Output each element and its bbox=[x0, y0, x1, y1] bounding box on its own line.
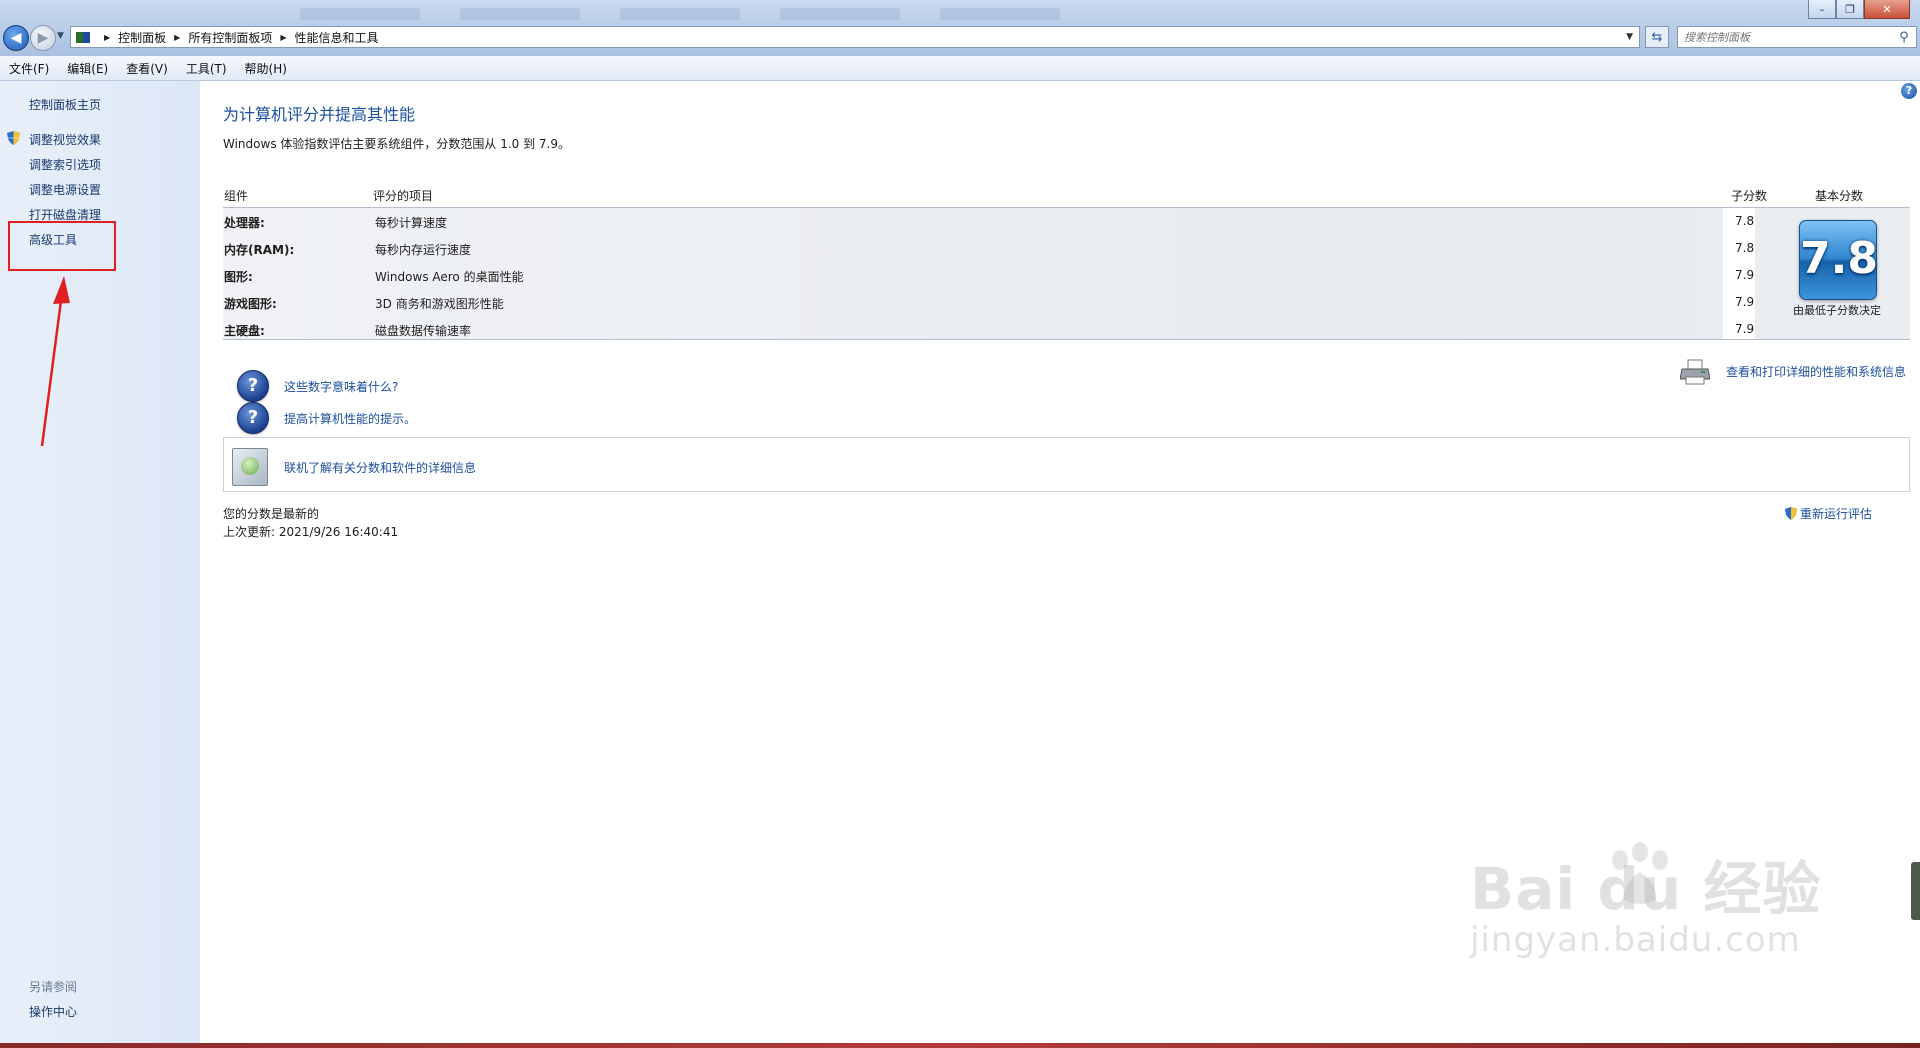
row-rated-item: 3D 商务和游戏图形性能 bbox=[375, 297, 504, 311]
menu-tools[interactable]: 工具(T) bbox=[177, 60, 236, 77]
menu-bar: 文件(F) 编辑(E) 查看(V) 工具(T) 帮助(H) bbox=[0, 56, 1920, 81]
row-component: 图形: bbox=[224, 270, 253, 284]
see-also-title: 另请参阅 bbox=[29, 980, 78, 994]
annotation-arrow-icon bbox=[40, 276, 70, 447]
watermark-logo-text: Bai du 经验 bbox=[1470, 855, 1822, 923]
breadcrumb-all-items[interactable]: 所有控制面板项 bbox=[188, 29, 272, 46]
breadcrumb-performance[interactable]: 性能信息和工具 bbox=[295, 29, 379, 46]
breadcrumb-control-panel[interactable]: 控制面板 bbox=[118, 29, 166, 46]
base-score-badge: 7.8 bbox=[1799, 220, 1878, 300]
recent-pages-dropdown[interactable]: ▼ bbox=[57, 31, 64, 41]
what-numbers-mean-link-row[interactable]: ? 这些数字意味着什么? bbox=[237, 370, 398, 402]
search-icon[interactable]: ⚲ bbox=[1896, 30, 1912, 45]
rerun-assessment-label[interactable]: 重新运行评估 bbox=[1800, 505, 1872, 522]
row-subscore: 7.9 bbox=[1735, 295, 1755, 309]
row-subscore: 7.9 bbox=[1735, 268, 1755, 282]
online-info-link[interactable]: 联机了解有关分数和软件的详细信息 bbox=[284, 459, 476, 476]
breadcrumb-separator-icon[interactable]: ▶ bbox=[280, 33, 286, 42]
sidebar-item-power[interactable]: 调整电源设置 bbox=[29, 181, 101, 198]
row-component: 内存(RAM): bbox=[224, 243, 295, 257]
rerun-assessment-link[interactable]: 重新运行评估 bbox=[1785, 505, 1872, 522]
printer-icon bbox=[1680, 359, 1710, 385]
sidebar-item-visual-effects[interactable]: 调整视觉效果 bbox=[29, 131, 101, 148]
sidebar-home-link[interactable]: 控制面板主页 bbox=[29, 96, 101, 113]
score-table-body: 处理器: 每秒计算速度 7.8 内存(RAM): 每秒内存运行速度 7.8 图形… bbox=[223, 208, 1910, 340]
row-component: 游戏图形: bbox=[224, 297, 277, 311]
forward-arrow-icon: ▶ bbox=[37, 30, 49, 46]
shield-icon bbox=[1785, 507, 1797, 520]
close-button[interactable]: ✕ bbox=[1864, 0, 1910, 19]
back-arrow-icon: ◀ bbox=[10, 30, 22, 46]
sidebar-item-indexing[interactable]: 调整索引选项 bbox=[29, 156, 101, 173]
row-component: 主硬盘: bbox=[224, 324, 265, 338]
last-update: 上次更新: 2021/9/26 16:40:41 bbox=[223, 525, 399, 539]
base-score-caption: 由最低子分数决定 bbox=[1793, 304, 1881, 317]
refresh-icon: ⇆ bbox=[1651, 29, 1663, 45]
header-subscore: 子分数 bbox=[1731, 189, 1768, 203]
address-dropdown-icon[interactable]: ▼ bbox=[1626, 32, 1633, 42]
row-subscore: 7.9 bbox=[1735, 322, 1755, 336]
sidebar-item-action-center[interactable]: 操作中心 bbox=[29, 1003, 77, 1020]
header-base-score: 基本分数 bbox=[1815, 189, 1864, 203]
taskbar bbox=[0, 1043, 1920, 1048]
header-component: 组件 bbox=[224, 189, 249, 203]
question-icon: ? bbox=[237, 402, 269, 434]
table-row: 游戏图形: 3D 商务和游戏图形性能 7.9 bbox=[223, 289, 1754, 316]
control-panel-icon bbox=[76, 31, 90, 43]
table-row: 处理器: 每秒计算速度 7.8 bbox=[223, 208, 1754, 235]
row-rated-item: 磁盘数据传输速率 bbox=[375, 324, 472, 338]
header-rated-item: 评分的项目 bbox=[373, 189, 434, 203]
search-input[interactable] bbox=[1678, 28, 1896, 46]
row-rated-item: Windows Aero 的桌面性能 bbox=[375, 270, 524, 284]
help-icon[interactable]: ? bbox=[1901, 83, 1917, 99]
breadcrumb-separator-icon[interactable]: ▶ bbox=[174, 33, 180, 42]
refresh-button[interactable]: ⇆ bbox=[1645, 26, 1669, 48]
row-rated-item: 每秒内存运行速度 bbox=[375, 243, 472, 257]
online-info-panel: 联机了解有关分数和软件的详细信息 bbox=[223, 437, 1910, 492]
baidu-watermark: Bai du 经验 jingyan.baidu.com bbox=[1470, 842, 1821, 960]
menu-edit[interactable]: 编辑(E) bbox=[58, 60, 117, 77]
what-numbers-mean-link[interactable]: 这些数字意味着什么? bbox=[284, 378, 398, 395]
table-row: 内存(RAM): 每秒内存运行速度 7.8 bbox=[223, 235, 1754, 262]
watermark-url: jingyan.baidu.com bbox=[1470, 920, 1801, 960]
table-row: 图形: Windows Aero 的桌面性能 7.9 bbox=[223, 262, 1754, 289]
background-taskbar-ghost bbox=[300, 8, 1400, 24]
page-title: 为计算机评分并提高其性能 bbox=[223, 105, 416, 124]
software-box-icon bbox=[232, 448, 268, 486]
window-controls: – ❐ ✕ bbox=[1808, 0, 1910, 19]
title-bar: – ❐ ✕ ◀ ▶ ▼ ▶ 控制面板 ▶ 所有控制面板项 ▶ 性能信息和工具 ▼… bbox=[0, 0, 1920, 56]
minimize-button[interactable]: – bbox=[1808, 0, 1836, 19]
question-icon: ? bbox=[237, 370, 269, 402]
score-table-header: 组件 评分的项目 子分数 基本分数 bbox=[223, 184, 1910, 208]
search-box[interactable]: ⚲ bbox=[1677, 26, 1917, 48]
edge-handle[interactable] bbox=[1911, 862, 1920, 920]
performance-tips-link[interactable]: 提高计算机性能的提示。 bbox=[284, 410, 416, 427]
row-subscore: 7.8 bbox=[1735, 214, 1755, 228]
score-status: 您的分数是最新的 bbox=[223, 507, 320, 521]
shield-icon bbox=[7, 131, 20, 145]
row-subscore: 7.8 bbox=[1735, 241, 1755, 255]
row-component: 处理器: bbox=[224, 216, 265, 230]
sidebar: 控制面板主页 调整视觉效果 调整索引选项 调整电源设置 打开磁盘清理 高级工具 … bbox=[0, 81, 200, 1043]
table-row: 主硬盘: 磁盘数据传输速率 7.9 bbox=[223, 316, 1754, 343]
maximize-button[interactable]: ❐ bbox=[1836, 0, 1864, 19]
menu-file[interactable]: 文件(F) bbox=[0, 60, 58, 77]
score-table: 组件 评分的项目 子分数 基本分数 处理器: 每秒计算速度 7.8 内存(RAM… bbox=[223, 184, 1910, 340]
performance-tips-link-row[interactable]: ? 提高计算机性能的提示。 bbox=[237, 402, 416, 434]
menu-help[interactable]: 帮助(H) bbox=[236, 60, 296, 77]
print-details-link[interactable]: 查看和打印详细的性能和系统信息 bbox=[1726, 363, 1906, 380]
page-subtitle: Windows 体验指数评估主要系统组件，分数范围从 1.0 到 7.9。 bbox=[223, 137, 570, 151]
forward-button[interactable]: ▶ bbox=[30, 25, 56, 51]
row-rated-item: 每秒计算速度 bbox=[375, 216, 448, 230]
address-bar[interactable]: ▶ 控制面板 ▶ 所有控制面板项 ▶ 性能信息和工具 ▼ bbox=[70, 26, 1640, 48]
menu-view[interactable]: 查看(V) bbox=[117, 60, 177, 77]
breadcrumb-separator-icon[interactable]: ▶ bbox=[104, 33, 110, 42]
back-button[interactable]: ◀ bbox=[3, 25, 29, 51]
